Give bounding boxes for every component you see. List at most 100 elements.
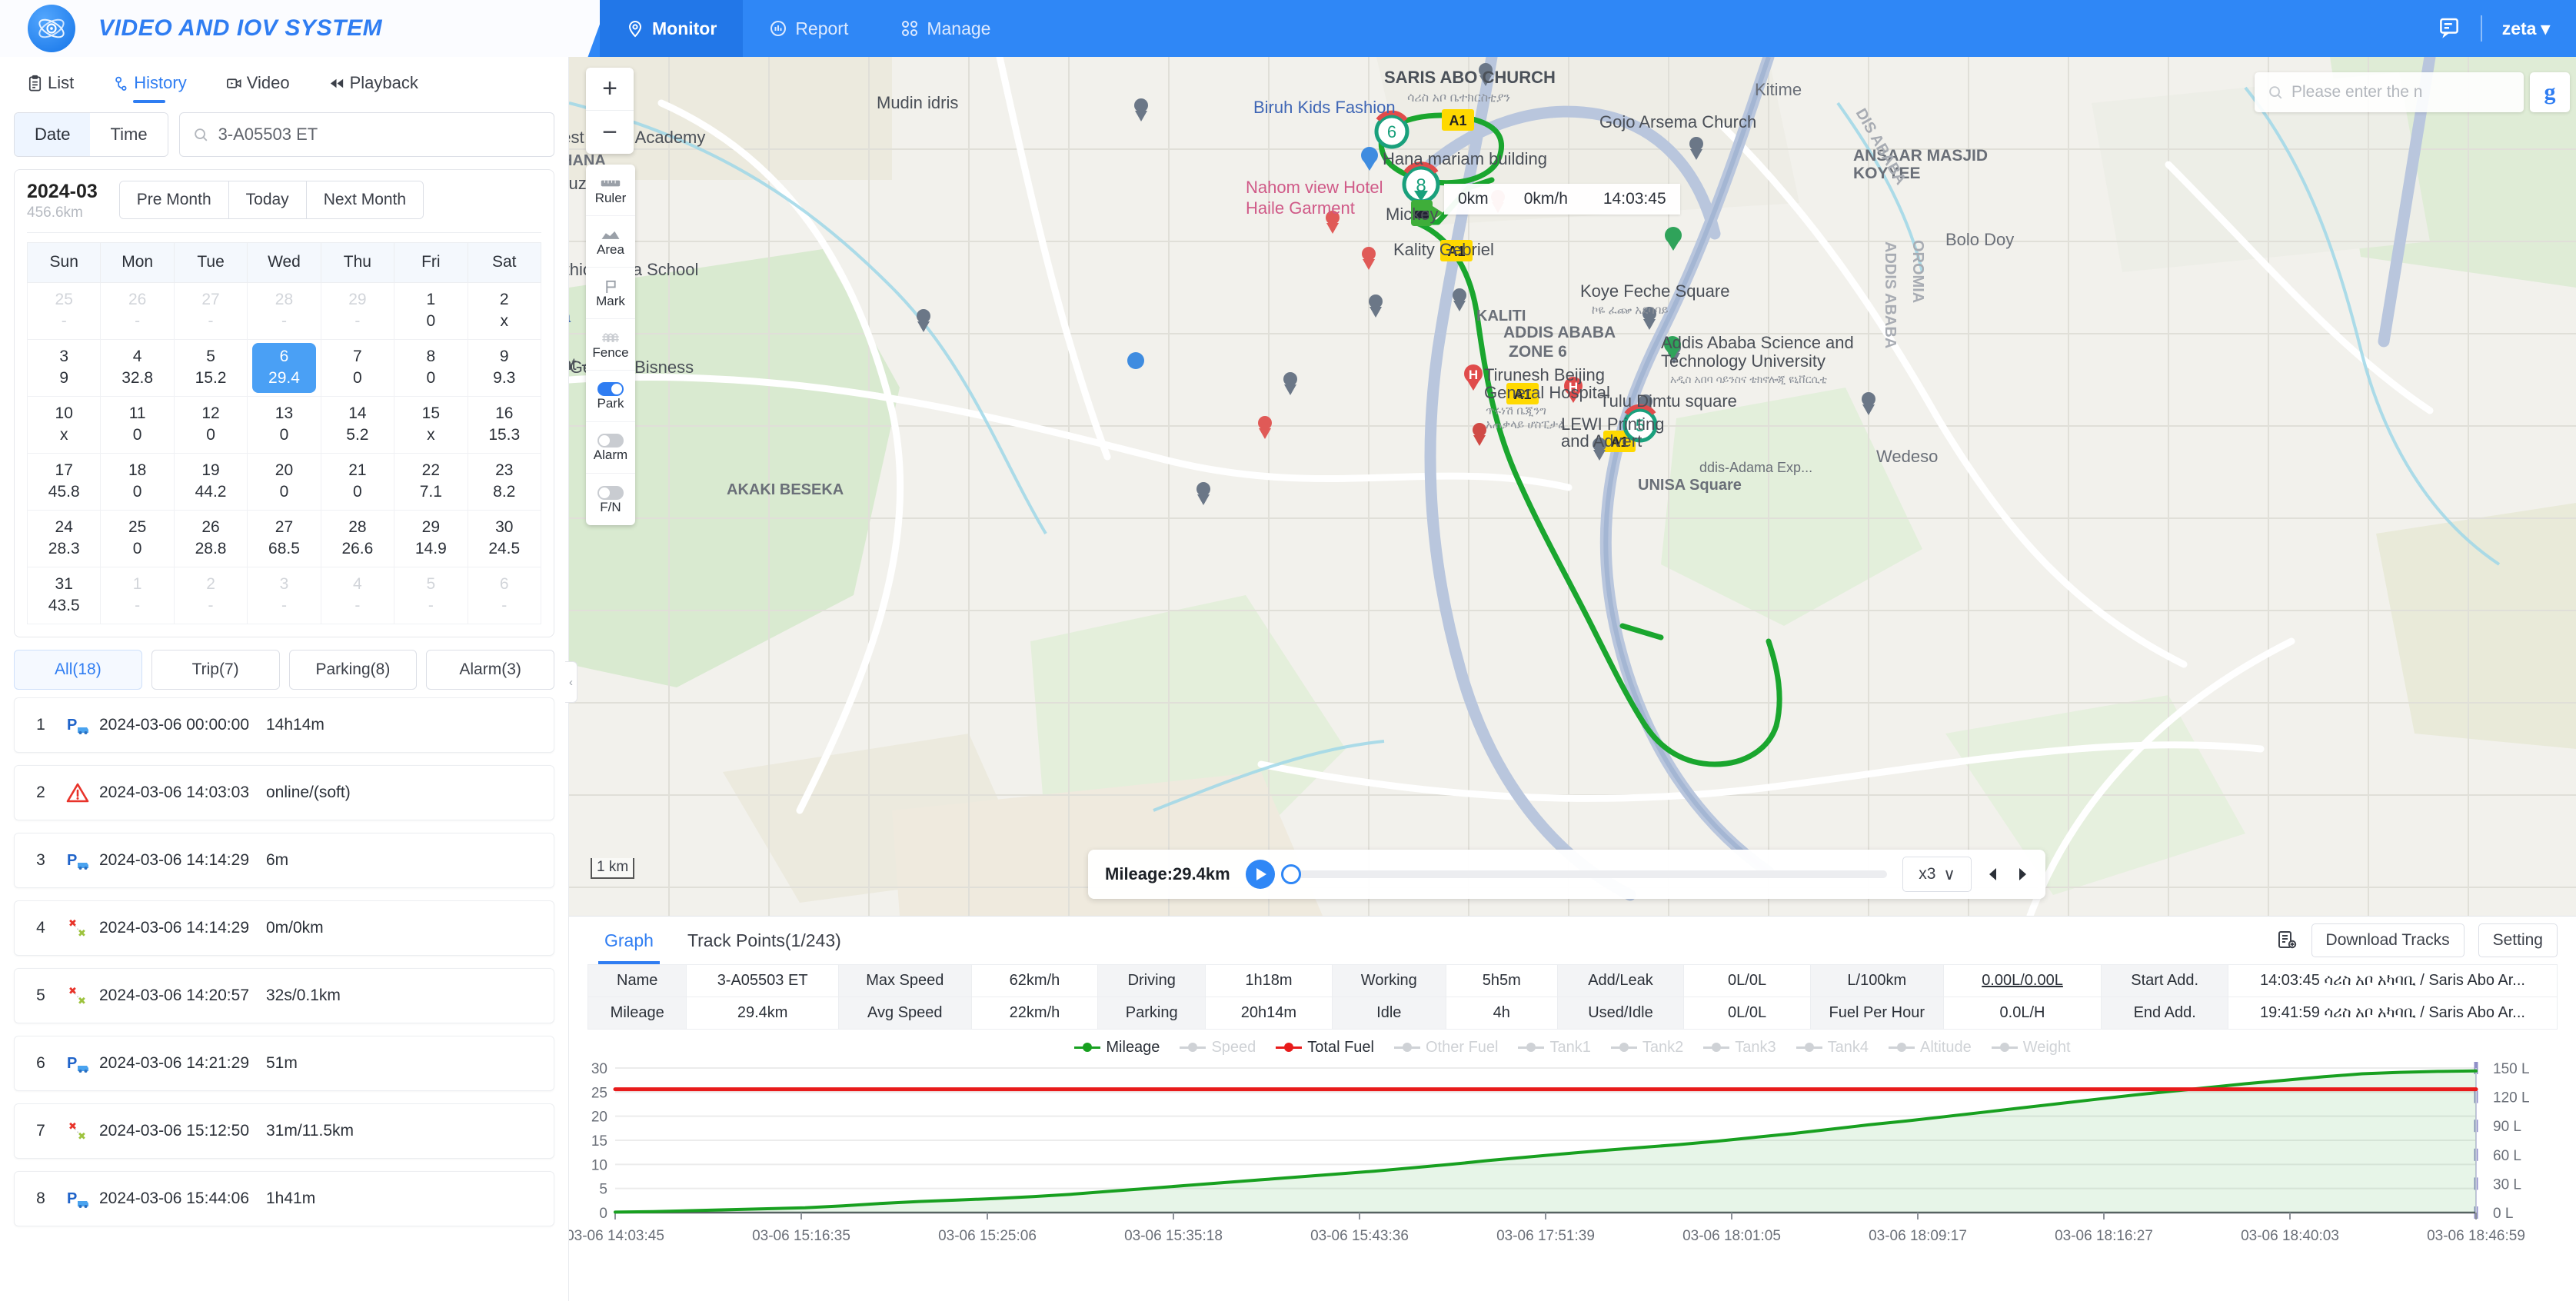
tab-track-points[interactable]: Track Points(1/243)	[671, 917, 858, 964]
event-list-item[interactable]: 8 P 2024-03-06 15:44:06 1h41m	[14, 1170, 554, 1226]
playback-step-buttons[interactable]	[1987, 864, 2029, 884]
calendar-day-cell[interactable]: 22 7.1	[394, 452, 468, 511]
calendar-day-cell[interactable]: 14 5.2	[320, 395, 395, 454]
calendar-day-cell[interactable]: 27 68.5	[247, 509, 321, 567]
calendar-day-cell[interactable]: 15 x	[394, 395, 468, 454]
legend-item-other-fuel[interactable]: Other Fuel	[1394, 1039, 1498, 1056]
legend-item-tank2[interactable]: Tank2	[1610, 1039, 1683, 1056]
calendar-day-cell[interactable]: 19 44.2	[173, 452, 248, 511]
segment-time[interactable]: Time	[90, 113, 168, 156]
playback-speed-select[interactable]: x3 ∨	[1902, 857, 1972, 892]
calendar-day-cell[interactable]: 29 -	[320, 281, 395, 340]
legend-item-total-fuel[interactable]: Total Fuel	[1276, 1039, 1374, 1056]
calendar-day-cell[interactable]: 27 -	[173, 281, 248, 340]
legend-item-tank3[interactable]: Tank3	[1703, 1039, 1776, 1056]
calendar-day-cell[interactable]: 24 28.3	[26, 509, 102, 567]
toggle-icon[interactable]	[597, 485, 624, 500]
today-button[interactable]: Today	[228, 181, 307, 218]
calendar-day-cell[interactable]: 28 26.6	[320, 509, 395, 567]
calendar-day-cell[interactable]: 2-	[173, 566, 248, 624]
tool-area[interactable]: Area	[586, 216, 635, 268]
calendar-day-cell[interactable]: 23 8.2	[467, 452, 542, 511]
pre-month-button[interactable]: Pre Month	[119, 181, 229, 218]
calendar-day-cell[interactable]: 6 29.4	[247, 338, 321, 397]
toggle-icon[interactable]	[597, 434, 624, 448]
calendar-day-cell[interactable]: 26 -	[100, 281, 175, 340]
tab-list[interactable]: List	[11, 57, 89, 109]
chip-all[interactable]: All(18)	[14, 649, 142, 690]
calendar-day-cell[interactable]: 31 43.5	[26, 566, 102, 624]
export-settings-icon[interactable]	[2276, 930, 2298, 951]
legend-item-tank1[interactable]: Tank1	[1518, 1039, 1591, 1056]
legend-item-weight[interactable]: Weight	[1991, 1039, 2071, 1056]
chip-parking[interactable]: Parking(8)	[288, 649, 418, 690]
event-list[interactable]: 1 P 2024-03-06 00:00:00 14h14m 2 2024-03-06 1…	[0, 697, 568, 1301]
message-button[interactable]	[2438, 15, 2461, 42]
calendar-day-cell[interactable]: 21 0	[320, 452, 395, 511]
tab-playback[interactable]: Playback	[313, 57, 434, 109]
calendar-day-cell[interactable]: 28 -	[247, 281, 321, 340]
chart-legend[interactable]: Mileage Speed Total Fuel Other Fuel Tank1 Tan…	[569, 1033, 2576, 1062]
legend-item-mileage[interactable]: Mileage	[1074, 1039, 1160, 1056]
playback-slider-handle[interactable]	[1280, 864, 1301, 884]
calendar-day-cell[interactable]: 5 15.2	[173, 338, 248, 397]
calendar-day-cell[interactable]: 4 32.8	[100, 338, 175, 397]
calendar-day-cell[interactable]: 9 9.3	[467, 338, 542, 397]
play-button[interactable]	[1245, 860, 1275, 889]
setting-button[interactable]: Setting	[2478, 923, 2558, 957]
calendar-day-cell[interactable]: 25 -	[26, 281, 102, 340]
legend-item-tank4[interactable]: Tank4	[1796, 1039, 1869, 1056]
calendar-day-cell[interactable]: 25 0	[100, 509, 175, 567]
vehicle-search-input[interactable]: 3-A05503 ET	[178, 112, 554, 157]
event-list-item[interactable]: 5 ✖ ✖ 2024-03-06 14:20:57 32s/0.1km	[14, 967, 554, 1023]
calendar-day-cell[interactable]: 10 x	[26, 395, 102, 454]
nav-item-manage[interactable]: Manage	[874, 0, 1017, 57]
calendar-day-cell[interactable]: 13 0	[247, 395, 321, 454]
legend-item-altitude[interactable]: Altitude	[1888, 1039, 1972, 1056]
calendar-day-cell[interactable]: 3-	[247, 566, 321, 624]
calendar-day-cell[interactable]: 80	[394, 338, 468, 397]
calendar-day-cell[interactable]: 16 15.3	[467, 395, 542, 454]
segment-date[interactable]: Date	[15, 113, 91, 156]
tool-fence[interactable]: Fence	[586, 319, 635, 371]
step-back-icon[interactable]	[1987, 864, 2007, 884]
step-forward-icon[interactable]	[2009, 864, 2029, 884]
calendar-day-cell[interactable]: 6-	[467, 566, 542, 624]
event-list-item[interactable]: 3 P 2024-03-06 14:14:29 6m	[14, 832, 554, 888]
nav-item-monitor[interactable]: Monitor	[600, 0, 744, 57]
panel-collapse-button[interactable]: ‹	[565, 661, 577, 703]
tool-fn-toggle[interactable]: F/N	[586, 474, 635, 525]
calendar-day-cell[interactable]: 70	[320, 338, 395, 397]
event-list-item[interactable]: 7 ✖ ✖ 2024-03-06 15:12:50 31m/11.5km	[14, 1103, 554, 1159]
event-list-item[interactable]: 2 2024-03-06 14:03:03 online/(soft)	[14, 764, 554, 820]
tool-mark[interactable]: Mark	[586, 268, 635, 319]
calendar-day-cell[interactable]: 2x	[467, 281, 542, 340]
event-list-item[interactable]: 1 P 2024-03-06 00:00:00 14h14m	[14, 697, 554, 753]
legend-item-speed[interactable]: Speed	[1180, 1039, 1256, 1056]
calendar-day-cell[interactable]: 20 0	[247, 452, 321, 511]
calendar-day-cell[interactable]: 1-	[100, 566, 175, 624]
calendar-day-cell[interactable]: 11 0	[100, 395, 175, 454]
calendar-day-cell[interactable]: 30 24.5	[467, 509, 542, 567]
download-tracks-button[interactable]: Download Tracks	[2311, 923, 2465, 957]
tab-video[interactable]: Video	[210, 57, 305, 109]
calendar-day-cell[interactable]: 12 0	[173, 395, 248, 454]
calendar-day-cell[interactable]: 4-	[320, 566, 395, 624]
user-menu[interactable]: zeta ▾	[2502, 18, 2550, 39]
calendar-day-cell[interactable]: 10	[394, 281, 468, 340]
map-area[interactable]: A1 A1 A1 A1 H H 6 8 5 Kitime SARIS ABO C…	[569, 57, 2576, 916]
zoom-out-button[interactable]: −	[586, 111, 634, 154]
google-map-button[interactable]: g	[2530, 72, 2570, 112]
calendar-day-cell[interactable]: 18 0	[100, 452, 175, 511]
toggle-icon[interactable]	[597, 382, 624, 396]
tab-graph[interactable]: Graph	[587, 917, 671, 964]
calendar-day-cell[interactable]: 5-	[394, 566, 468, 624]
event-list-item[interactable]: 4 ✖ ✖ 2024-03-06 14:14:29 0m/0km	[14, 900, 554, 956]
chip-trip[interactable]: Trip(7)	[151, 649, 280, 690]
zoom-in-button[interactable]: +	[586, 68, 634, 111]
map-search-input[interactable]: Please enter the n	[2255, 72, 2524, 112]
calendar-day-cell[interactable]: 39	[26, 338, 102, 397]
tool-ruler[interactable]: Ruler	[586, 165, 635, 216]
calendar-day-cell[interactable]: 17 45.8	[26, 452, 102, 511]
event-list-item[interactable]: 6 P 2024-03-06 14:21:29 51m	[14, 1035, 554, 1091]
